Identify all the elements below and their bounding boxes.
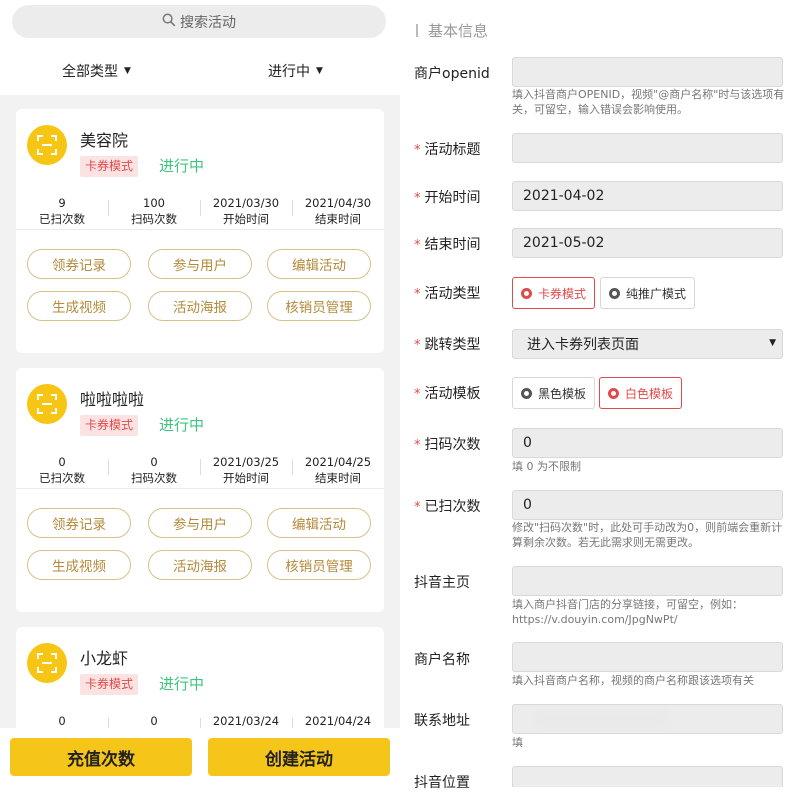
- section-bar: [416, 24, 418, 37]
- end-time-label: * 结束时间: [414, 237, 481, 253]
- activity-card: 美容院 卡券模式 进行中 9 已扫次数 100 扫码次数 2021/03/30 开始时…: [16, 109, 384, 353]
- mode-badge: 卡券模式: [80, 674, 139, 695]
- scanned-input[interactable]: 0: [512, 490, 783, 520]
- mode-badge: 卡券模式: [80, 415, 139, 436]
- stats-row: 0 已扫次数 0 扫码次数 2021/03/25 开始时间 2021/04/25 结束时…: [16, 454, 384, 489]
- radio-coupon-mode[interactable]: 卡券模式: [512, 277, 596, 309]
- activity-name: 小龙虾: [80, 649, 129, 668]
- participants-button[interactable]: 参与用户: [148, 249, 252, 279]
- stat-end: 2021/04/25 结束时间: [292, 454, 384, 488]
- stat-end: 2021/04/30 结束时间: [292, 195, 384, 229]
- stat-scan-limit: 0 扫码次数: [108, 454, 200, 488]
- radio-promotion-mode[interactable]: 纯推广模式: [600, 277, 696, 309]
- homepage-hint: 填入商户抖音门店的分享链接，可留空，例如：https://v.douyin.co…: [512, 598, 743, 626]
- location-label: 抖音位置: [414, 775, 470, 791]
- recharge-button[interactable]: 充值次数: [10, 738, 192, 776]
- homepage-label: 抖音主页: [414, 575, 470, 591]
- status-text: 进行中: [159, 675, 205, 693]
- search-placeholder: 搜索活动: [180, 14, 236, 31]
- radio-selected-icon: [521, 287, 532, 299]
- radio-unselected-icon: [609, 287, 620, 299]
- edit-activity-button[interactable]: 编辑活动: [267, 508, 371, 538]
- radio-selected-icon: [608, 387, 619, 399]
- status-text: 进行中: [159, 157, 205, 175]
- search-input[interactable]: 搜索活动: [12, 5, 386, 38]
- activity-poster-button[interactable]: 活动海报: [148, 291, 252, 321]
- participants-button[interactable]: 参与用户: [148, 508, 252, 538]
- bottom-action-bar: 充值次数 创建活动: [0, 728, 400, 787]
- openid-label: 商户openid: [414, 66, 490, 82]
- coupon-records-button[interactable]: 领券记录: [27, 249, 131, 279]
- address-label: 联系地址: [414, 713, 470, 729]
- stat-scanned: 9 已扫次数: [39, 196, 85, 226]
- status-filter[interactable]: 进行中 ▼: [268, 61, 323, 81]
- verifier-management-button[interactable]: 核销员管理: [267, 291, 371, 321]
- stats-row: 9 已扫次数 100 扫码次数 2021/03/30 开始时间 2021/04/30 结…: [16, 195, 384, 230]
- section-title-text: 基本信息: [428, 22, 489, 40]
- scanned-label: * 已扫次数: [414, 499, 481, 515]
- stat-start: 2021/03/30 开始时间: [200, 195, 292, 229]
- openid-hint: 填入抖音商户OPENID，视频"@商户名称"时与该选项有关，可留空，输入错误会影…: [512, 88, 785, 116]
- jump-type-value: 进入卡券列表页面: [527, 337, 639, 353]
- activity-name: 美容院: [80, 131, 129, 150]
- merchant-name-label: 商户名称: [414, 652, 470, 668]
- list-header: 搜索活动 全部类型 ▼ 进行中 ▼: [0, 0, 400, 95]
- start-time-input[interactable]: 2021-04-02: [512, 181, 783, 211]
- title-input[interactable]: [512, 133, 783, 163]
- scan-count-hint: 填 0 为不限制: [512, 460, 581, 473]
- radio-white-template[interactable]: 白色模板: [599, 377, 683, 409]
- caret-down-icon: ▼: [124, 66, 131, 76]
- scan-icon: [27, 643, 67, 683]
- scan-icon: [27, 125, 67, 165]
- status-text: 进行中: [159, 416, 205, 434]
- caret-down-icon: ▼: [769, 338, 776, 348]
- homepage-input[interactable]: [512, 566, 783, 596]
- caret-down-icon: ▼: [316, 66, 323, 76]
- location-input[interactable]: [512, 766, 783, 787]
- blurred-overlay: [536, 712, 666, 726]
- create-activity-button[interactable]: 创建活动: [208, 738, 390, 776]
- coupon-records-button[interactable]: 领券记录: [27, 508, 131, 538]
- mode-badge: 卡券模式: [80, 156, 139, 177]
- type-filter[interactable]: 全部类型 ▼: [62, 61, 131, 81]
- scan-count-input[interactable]: 0: [512, 428, 783, 458]
- jump-type-label: * 跳转类型: [414, 337, 481, 353]
- activity-type-label: * 活动类型: [414, 286, 481, 302]
- edit-activity-button[interactable]: 编辑活动: [267, 249, 371, 279]
- radio-black-template[interactable]: 黑色模板: [512, 377, 596, 409]
- activity-card: 啦啦啦啦 卡券模式 进行中 0 已扫次数 0 扫码次数 2021/03/25 开始时间…: [16, 368, 384, 612]
- activity-poster-button[interactable]: 活动海报: [148, 550, 252, 580]
- generate-video-button[interactable]: 生成视频: [27, 550, 131, 580]
- stat-start: 2021/03/25 开始时间: [200, 454, 292, 488]
- end-time-input[interactable]: 2021-05-02: [512, 228, 783, 258]
- status-filter-label: 进行中: [268, 64, 310, 80]
- type-filter-label: 全部类型: [62, 64, 118, 80]
- stat-scan-limit: 100 扫码次数: [108, 195, 200, 229]
- generate-video-button[interactable]: 生成视频: [27, 291, 131, 321]
- activity-list-pane: 搜索活动 全部类型 ▼ 进行中 ▼ 美容院 卡券模式 进行中 9 已扫次数 100…: [0, 0, 400, 787]
- merchant-name-hint: 填入抖音商户名称，视频的商户名称跟该选项有关: [512, 674, 754, 687]
- section-title: 基本信息: [416, 20, 488, 41]
- title-label: * 活动标题: [414, 142, 481, 158]
- jump-type-select[interactable]: 进入卡券列表页面 ▼: [512, 329, 783, 359]
- scan-count-label: * 扫码次数: [414, 437, 481, 453]
- merchant-name-input[interactable]: [512, 642, 783, 672]
- verifier-management-button[interactable]: 核销员管理: [267, 550, 371, 580]
- search-icon: [162, 13, 176, 31]
- scanned-hint: 修改"扫码次数"时，此处可手动改为0，则前端会重新计算剩余次数。若无此需求则无需…: [512, 521, 783, 549]
- radio-unselected-icon: [521, 387, 532, 399]
- start-time-label: * 开始时间: [414, 190, 481, 206]
- template-label: * 活动模板: [414, 386, 481, 402]
- scan-icon: [27, 384, 67, 424]
- activity-form-pane: 基本信息 商户openid 填入抖音商户OPENID，视频"@商户名称"时与该选…: [400, 0, 800, 791]
- activity-name: 啦啦啦啦: [80, 390, 145, 409]
- address-hint: 填: [512, 736, 523, 749]
- stat-scanned: 0 已扫次数: [39, 455, 85, 485]
- openid-input[interactable]: [512, 57, 783, 87]
